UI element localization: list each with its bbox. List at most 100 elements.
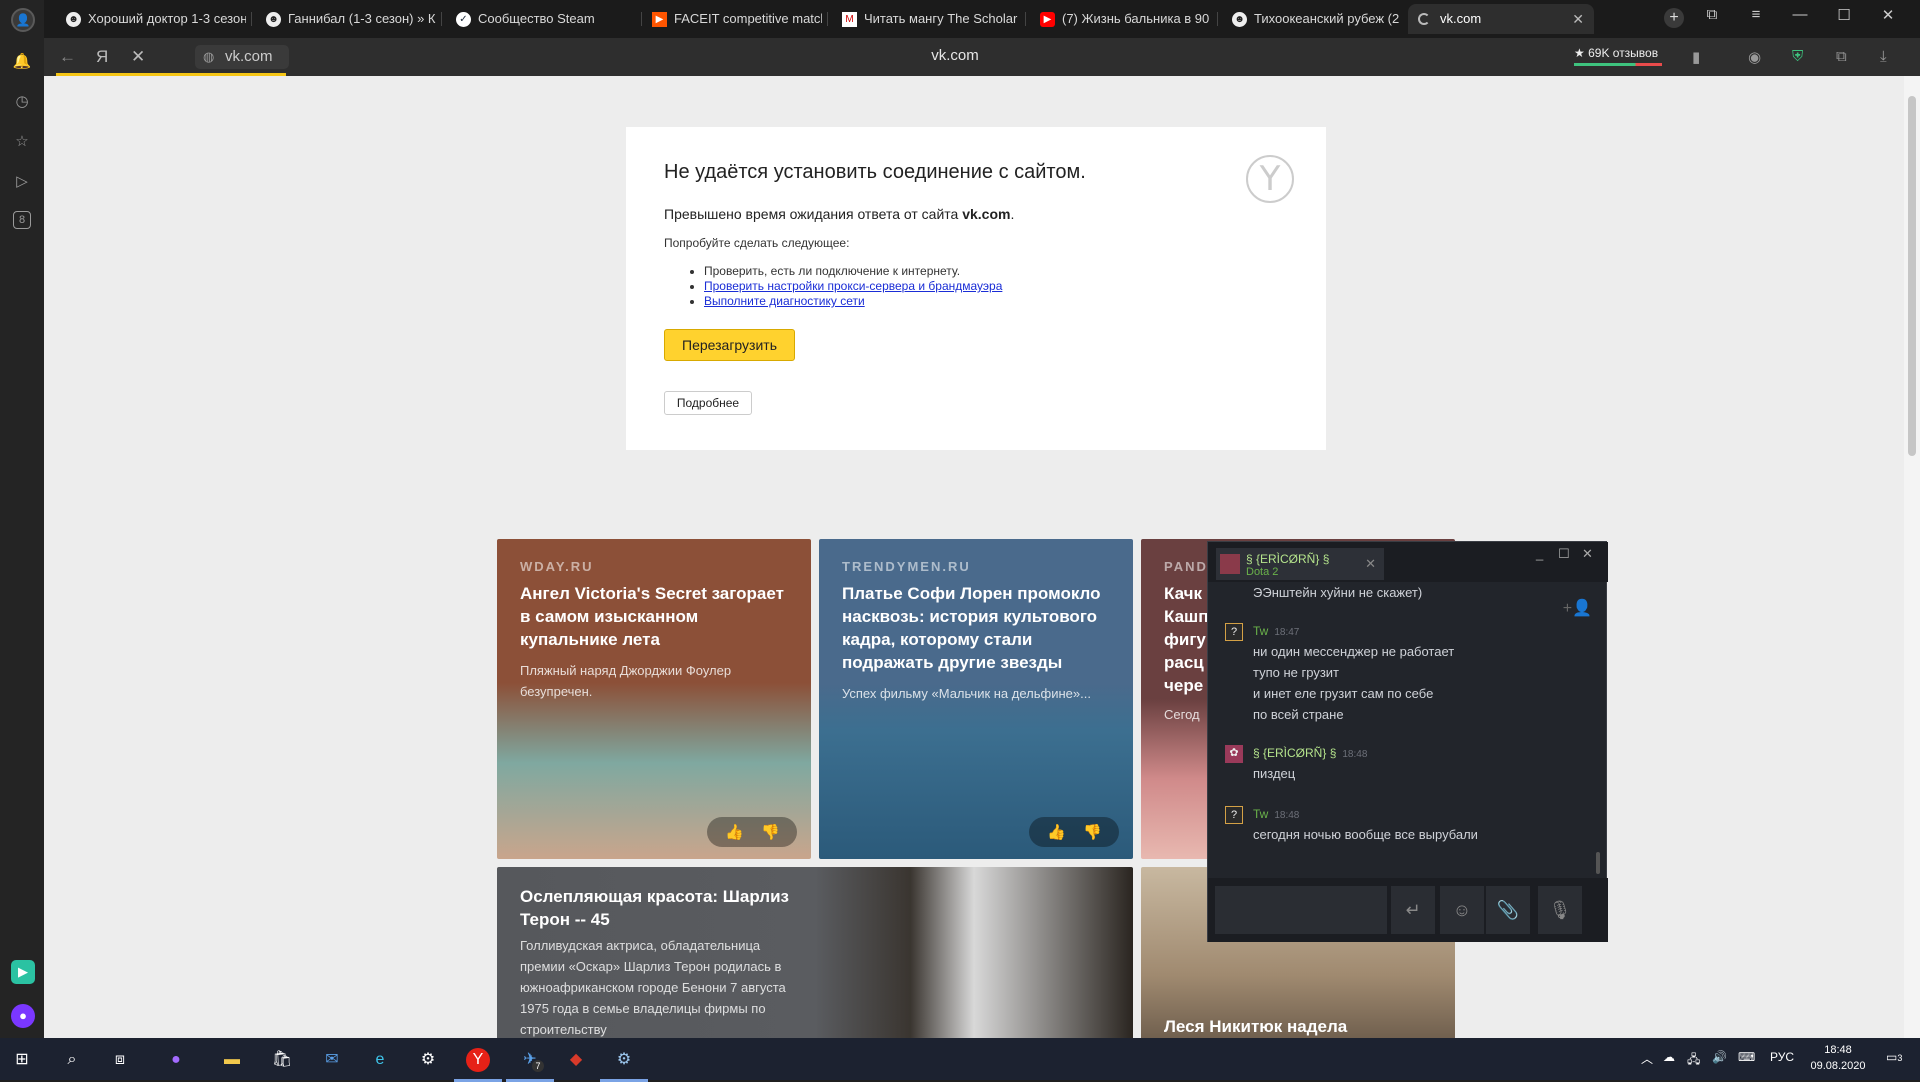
send-enter-icon[interactable]: ↵: [1391, 886, 1435, 934]
author-name: Tw: [1253, 624, 1269, 638]
menu-icon[interactable]: ≡: [1744, 6, 1768, 23]
tab-4[interactable]: ▶ FACEIT competitive match: [642, 4, 822, 34]
thumbs-down-icon[interactable]: 👎: [1083, 823, 1102, 841]
tab-2[interactable]: ☻ Ганнибал (1-3 сезон) » К: [256, 4, 436, 34]
notifications-bell-icon[interactable]: 🔔: [12, 52, 32, 72]
youtube-icon: ▶: [1040, 12, 1055, 27]
card-title: Леся Никитюк надела: [1164, 1017, 1348, 1036]
bookmarks-star-icon[interactable]: ☆: [12, 132, 32, 152]
thumbs-up-icon[interactable]: 👍: [725, 823, 744, 841]
friend-avatar: ?: [1225, 806, 1243, 824]
clock-time: 18:48: [1824, 1044, 1852, 1056]
badge-count: 7: [532, 1060, 544, 1072]
task-view-icon[interactable]: ⧈: [108, 1048, 132, 1072]
card-title: Платье Софи Лорен промокло насквозь: ист…: [842, 584, 1101, 672]
history-clock-icon[interactable]: ◷: [12, 92, 32, 112]
tabs-panel-icon[interactable]: ⧉: [1700, 6, 1724, 23]
thumbs-down-icon[interactable]: 👎: [761, 823, 780, 841]
author-name: Tw: [1253, 807, 1269, 821]
thumbs-up-icon[interactable]: 👍: [1047, 823, 1066, 841]
subtitle-prefix: Превышено время ожидания ответа от сайта: [664, 206, 963, 222]
minimize-icon[interactable]: —: [1788, 6, 1812, 23]
keyboard-icon[interactable]: ⌨: [1738, 1050, 1755, 1064]
tab-5[interactable]: M Читать мангу The Scholar: [832, 4, 1022, 34]
tab-label: vk.com: [1440, 11, 1482, 26]
scrollbar-thumb[interactable]: [1908, 96, 1916, 456]
shield-icon[interactable]: ⛨: [1792, 48, 1803, 65]
tab-label: Тихоокеанский рубеж (2: [1254, 11, 1400, 26]
system-clock[interactable]: 18:48 09.08.2020: [1808, 1042, 1868, 1074]
chat-header: § {ERÌCØRÑ} § Dota 2 ✕ _ ☐ ✕: [1208, 542, 1608, 582]
messenger-app-icon[interactable]: ▶: [11, 960, 35, 984]
left-sidebar: 👤 🔔 ◷ ☆ ▷ 8 ▶ ●: [0, 0, 44, 1038]
cloud-icon[interactable]: ☁: [1663, 1050, 1675, 1064]
friend-avatar: ✿: [1225, 745, 1243, 763]
search-icon[interactable]: ⌕: [60, 1048, 84, 1072]
windows-start-icon[interactable]: ⊞: [10, 1048, 34, 1072]
loading-icon: [1418, 13, 1430, 25]
reviews-badge[interactable]: ★ 69K отзывов: [1574, 46, 1662, 66]
tab-6[interactable]: ▶ (7) Жизнь бальника в 90: [1030, 4, 1210, 34]
volume-icon[interactable]: 🔊: [1712, 1050, 1727, 1064]
tip-item: Выполните диагностику сети: [704, 294, 1288, 309]
store-icon[interactable]: 🛍: [270, 1048, 294, 1072]
chat-scrollbar[interactable]: [1596, 852, 1600, 874]
input-language[interactable]: РУС: [1770, 1050, 1794, 1064]
add-friend-icon[interactable]: +👤: [1563, 598, 1592, 618]
subtitle-site: vk.com: [962, 206, 1011, 222]
feed-card[interactable]: Ослепляющая красота: Шарлиз Терон -- 45 …: [497, 867, 1133, 1038]
rating-bar: [1574, 63, 1662, 66]
close-chat-tab-icon[interactable]: ✕: [1365, 556, 1376, 572]
message-time: 18:47: [1274, 627, 1300, 638]
steam-chat-icon[interactable]: ⚙: [600, 1048, 648, 1082]
tab-1[interactable]: ☻ Хороший доктор 1-3 сезон: [56, 4, 246, 34]
network-icon[interactable]: 🖧: [1687, 1050, 1700, 1071]
proxy-settings-link[interactable]: Проверить настройки прокси-сервера и бра…: [704, 279, 1002, 293]
tab-counter-icon[interactable]: 8: [13, 211, 31, 229]
alice-icon[interactable]: ●: [164, 1048, 188, 1072]
mail-icon[interactable]: ✉: [320, 1048, 344, 1072]
maximize-icon[interactable]: ☐: [1832, 6, 1856, 24]
close-window-icon[interactable]: ✕: [1582, 546, 1593, 562]
video-play-icon[interactable]: ▷: [12, 172, 32, 192]
chat-message-input[interactable]: [1215, 886, 1387, 934]
tab-3[interactable]: ✓ Сообщество Steam: [446, 4, 636, 34]
edge-icon[interactable]: e: [368, 1048, 392, 1072]
tray-expand-icon[interactable]: ︿: [1641, 1050, 1653, 1067]
notification-center-icon[interactable]: ▭3: [1886, 1050, 1902, 1064]
feed-card[interactable]: WDAY.RU Ангел Victoria's Secret загорает…: [497, 539, 811, 859]
address-bar: ← Я ✕ ◍ vk.com vk.com ★ 69K отзывов ▮ ◉ ⛨…: [44, 38, 1920, 76]
voice-microphone-icon[interactable]: 🎙: [1538, 886, 1582, 934]
telegram-icon[interactable]: ✈ 7: [506, 1048, 554, 1082]
chat-tab[interactable]: § {ERÌCØRÑ} § Dota 2 ✕: [1216, 548, 1384, 580]
bookmark-icon[interactable]: ▮: [1692, 48, 1700, 66]
protect-icon[interactable]: ◉: [1748, 48, 1761, 66]
downloads-icon[interactable]: ⤓: [1880, 48, 1887, 65]
page-scrollbar[interactable]: [1904, 76, 1920, 1038]
maximize-icon[interactable]: ☐: [1558, 546, 1570, 562]
tab-active-vk[interactable]: vk.com ✕: [1408, 4, 1594, 34]
clock-date: 09.08.2020: [1810, 1060, 1866, 1072]
close-tab-icon[interactable]: ✕: [1572, 4, 1584, 34]
tab-label: Ганнибал (1-3 сезон) » К: [288, 11, 436, 26]
feed-card[interactable]: TRENDYMEN.RU Платье Софи Лорен промокло …: [819, 539, 1133, 859]
details-button[interactable]: Подробнее: [664, 391, 752, 415]
close-window-icon[interactable]: ✕: [1876, 6, 1900, 24]
page-content: Не удаётся установить соединение с сайто…: [44, 76, 1920, 1038]
collections-icon[interactable]: ⧉: [1836, 48, 1847, 65]
new-tab-button[interactable]: +: [1664, 8, 1684, 28]
message-time: 18:48: [1342, 749, 1368, 760]
network-diagnostics-link[interactable]: Выполните диагностику сети: [704, 294, 865, 308]
reload-button[interactable]: Перезагрузить: [664, 329, 795, 361]
alice-assistant-icon[interactable]: ●: [11, 1004, 35, 1028]
attach-paperclip-icon[interactable]: 📎: [1486, 886, 1530, 934]
dota-icon[interactable]: ◆: [564, 1048, 588, 1072]
friend-avatar: ?: [1225, 623, 1243, 641]
minimize-icon[interactable]: _: [1536, 546, 1543, 561]
yandex-browser-icon[interactable]: Y: [454, 1048, 502, 1082]
steam-icon[interactable]: ⚙: [416, 1048, 440, 1072]
file-explorer-icon[interactable]: ▬: [220, 1048, 244, 1072]
chat-friend-name: § {ERÌCØRÑ} §: [1246, 552, 1330, 566]
profile-avatar-icon[interactable]: 👤: [11, 8, 35, 32]
emoticon-icon[interactable]: ☺: [1440, 886, 1484, 934]
